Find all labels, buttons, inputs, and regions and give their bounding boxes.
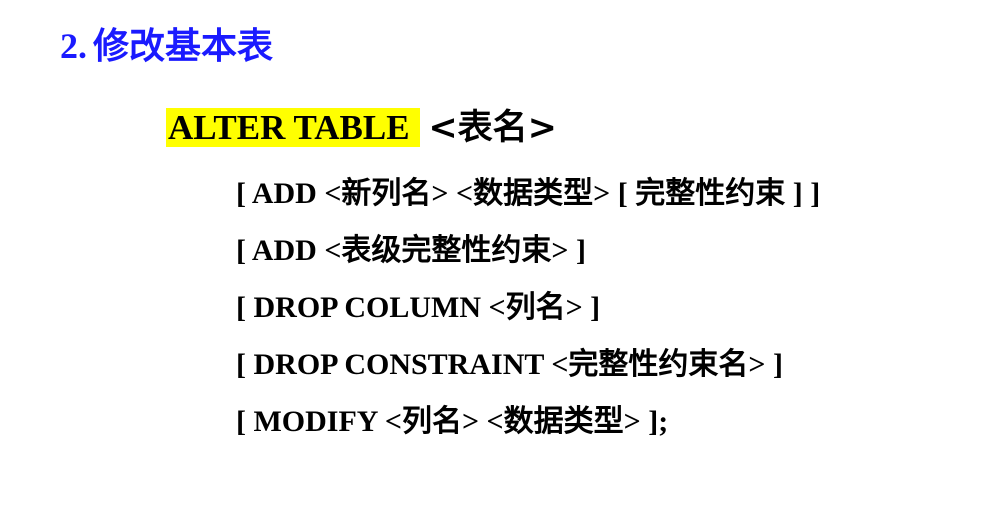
slide: 2. 修改基本表 ALTER TABLE <表名> [ ADD <新列名> <数据… — [0, 0, 995, 523]
table-name-placeholder: <表名> — [428, 108, 557, 148]
clause-add-table-constraint: [ ADD <表级完整性约束> ] — [236, 234, 587, 267]
title-text: 修改基本表 — [93, 26, 274, 67]
alter-table-line: ALTER TABLE <表名> — [166, 104, 557, 152]
slide-title: 2. 修改基本表 — [60, 22, 273, 71]
clause-add-column: [ ADD <新列名> <数据类型> [ 完整性约束 ] ] — [236, 177, 821, 210]
alter-table-keyword: ALTER TABLE — [166, 108, 420, 147]
title-number: 2. — [60, 26, 87, 66]
clause-drop-column: [ DROP COLUMN <列名> ] — [236, 291, 601, 324]
clause-drop-constraint: [ DROP CONSTRAINT <完整性约束名> ] — [236, 348, 784, 381]
clause-modify: [ MODIFY <列名> <数据类型> ]; — [236, 405, 669, 438]
